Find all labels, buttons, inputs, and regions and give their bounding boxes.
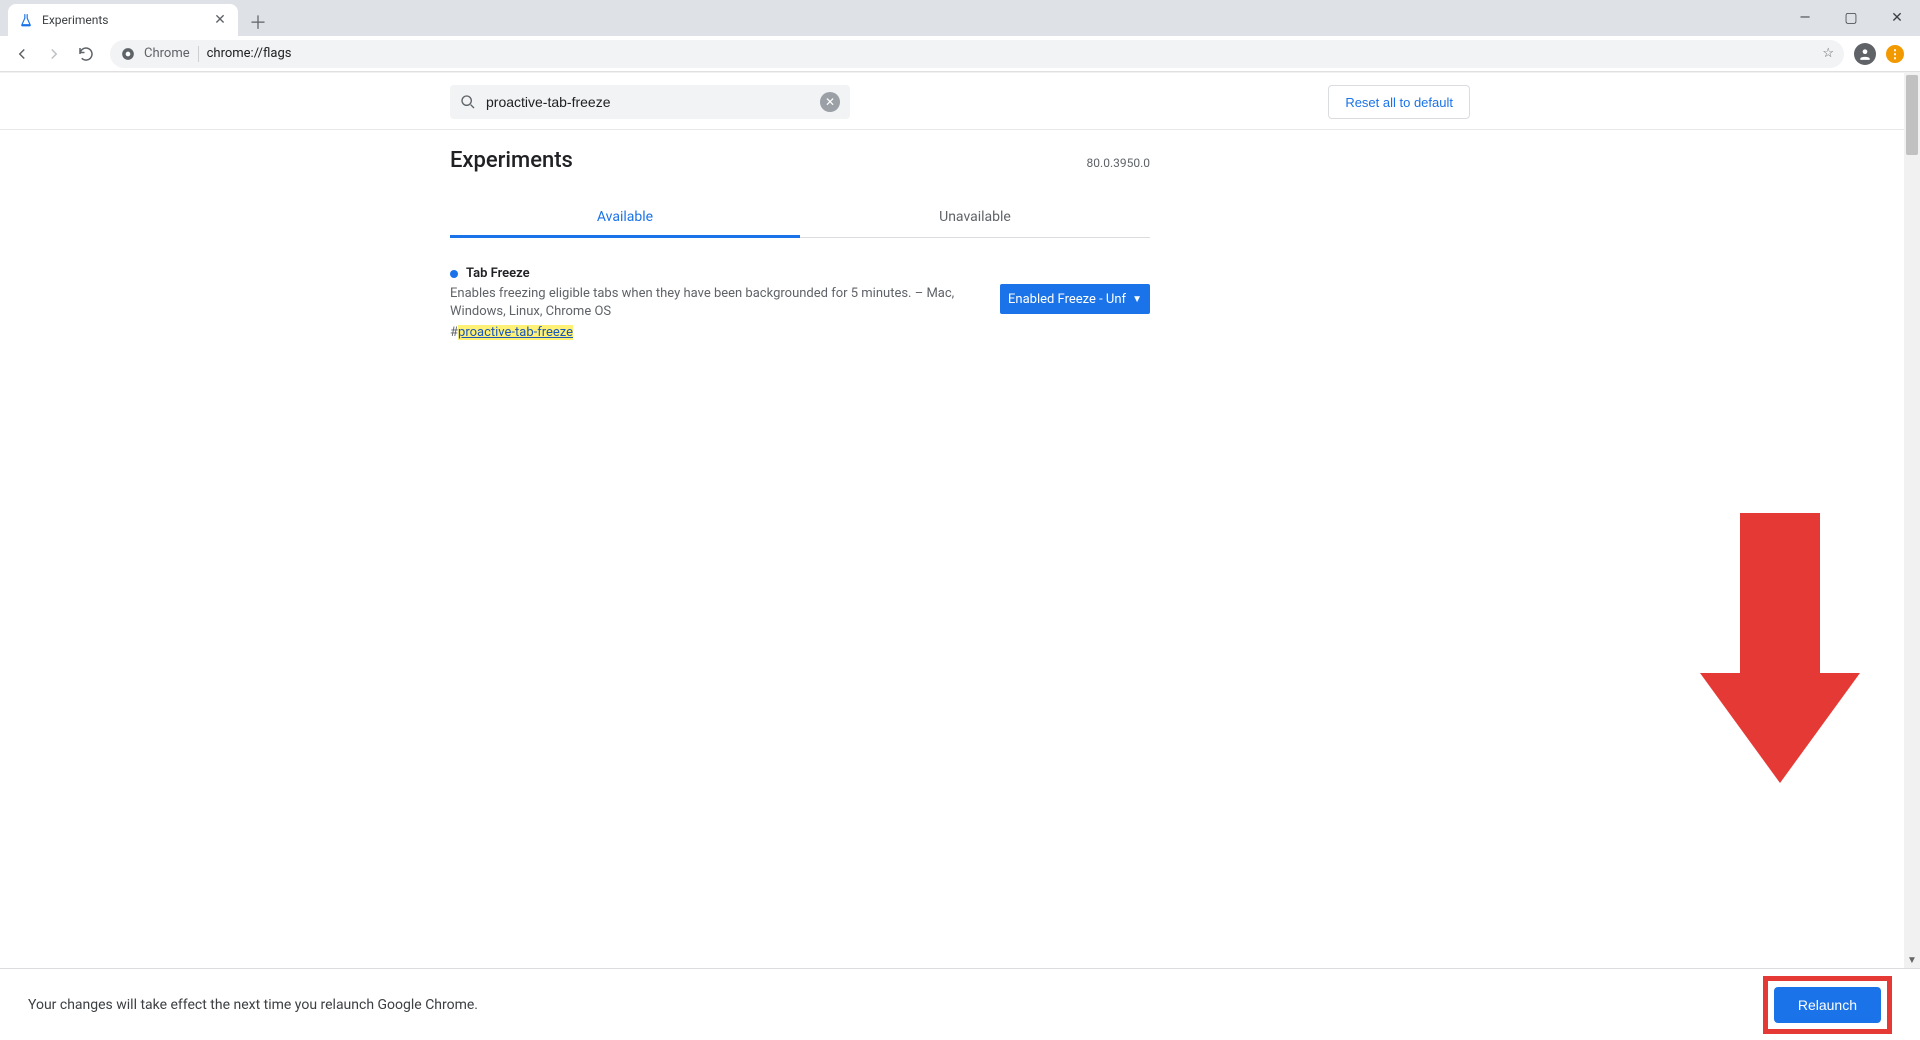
profile-avatar-icon[interactable]: [1854, 43, 1876, 65]
flags-search-input[interactable]: [486, 94, 810, 110]
scroll-down-icon[interactable]: ▼: [1904, 952, 1920, 968]
new-tab-button[interactable]: ＋: [244, 8, 272, 36]
tab-unavailable[interactable]: Unavailable: [800, 197, 1150, 237]
annotation-arrow-icon: [1700, 513, 1860, 793]
browser-tab-title: Experiments: [42, 13, 204, 27]
scrollbar-thumb[interactable]: [1906, 75, 1918, 155]
reload-button[interactable]: [72, 40, 100, 68]
omnibox-origin: Chrome: [144, 46, 190, 61]
flag-state-select[interactable]: Enabled Freeze - Unf ▼: [1000, 284, 1150, 314]
omnibox-separator: [198, 46, 199, 62]
relaunch-bar: Your changes will take effect the next t…: [0, 968, 1920, 1040]
browser-toolbar: Chrome chrome://flags ☆ ⋮: [0, 36, 1920, 72]
flask-icon: [18, 12, 34, 28]
tab-available[interactable]: Available: [450, 197, 800, 237]
omnibox-url: chrome://flags: [207, 46, 1815, 61]
chevron-down-icon: ▼: [1132, 294, 1142, 305]
flag-anchor-link[interactable]: proactive-tab-freeze: [458, 325, 573, 340]
flags-search-box[interactable]: ✕: [450, 85, 850, 119]
clear-search-icon[interactable]: ✕: [820, 92, 840, 112]
window-controls: — ▢ ✕: [1782, 0, 1920, 36]
flag-title: Tab Freeze: [466, 266, 530, 281]
page-title: Experiments: [450, 148, 573, 173]
flag-description: Enables freezing eligible tabs when they…: [450, 285, 970, 321]
browser-tabstrip: Experiments ✕ ＋ — ▢ ✕: [0, 0, 1920, 36]
search-icon: [460, 94, 476, 110]
chrome-icon: [120, 46, 136, 62]
flag-state-value: Enabled Freeze - Unf: [1008, 292, 1126, 307]
window-minimize-button[interactable]: —: [1782, 0, 1828, 36]
flag-anchor[interactable]: #proactive-tab-freeze: [450, 325, 980, 340]
flags-tabs: Available Unavailable: [450, 197, 1150, 238]
close-icon[interactable]: ✕: [212, 12, 228, 28]
browser-menu-button[interactable]: ⋮: [1886, 45, 1904, 63]
relaunch-button[interactable]: Relaunch: [1774, 987, 1881, 1023]
flag-item-tab-freeze: Tab Freeze Enables freezing eligible tab…: [450, 266, 1150, 340]
annotation-highlight-box: Relaunch: [1763, 976, 1892, 1034]
window-close-button[interactable]: ✕: [1874, 0, 1920, 36]
address-bar[interactable]: Chrome chrome://flags ☆: [110, 40, 1844, 68]
modified-dot-icon: [450, 270, 458, 278]
flag-anchor-hash: #: [450, 325, 458, 340]
back-button[interactable]: [8, 40, 36, 68]
window-maximize-button[interactable]: ▢: [1828, 0, 1874, 36]
relaunch-message: Your changes will take effect the next t…: [28, 997, 1763, 1013]
forward-button[interactable]: [40, 40, 68, 68]
reset-all-button[interactable]: Reset all to default: [1328, 85, 1470, 119]
page-viewport: ✕ Reset all to default Experiments 80.0.…: [0, 72, 1920, 968]
browser-tab-active[interactable]: Experiments ✕: [8, 4, 238, 36]
chrome-version: 80.0.3950.0: [1087, 156, 1150, 170]
vertical-scrollbar[interactable]: ▲ ▼: [1904, 73, 1920, 968]
bookmark-star-icon[interactable]: ☆: [1822, 46, 1834, 61]
